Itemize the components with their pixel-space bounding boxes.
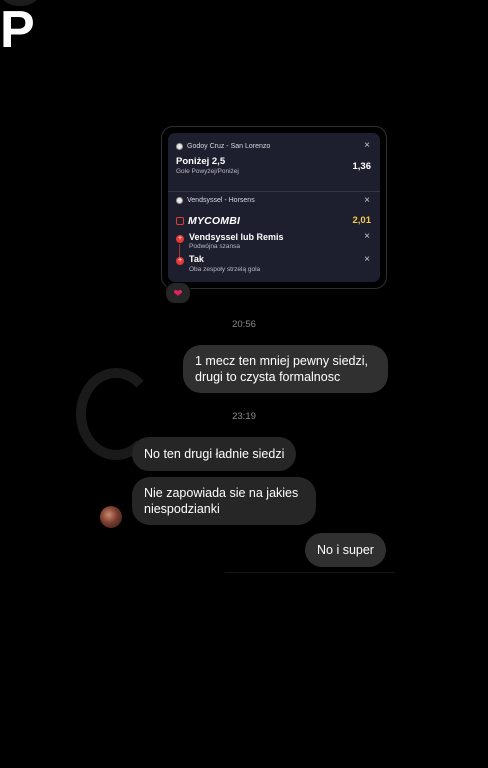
timestamp-2: 23:19 <box>232 411 256 422</box>
pick-3-market: Oba zespoły strzelą gola <box>189 266 261 273</box>
timestamp-1: 20:56 <box>232 319 256 330</box>
match-1-row: Godoy Cruz - San Lorenzo <box>176 143 270 150</box>
pick-2-market: Podwójna szansa <box>189 243 240 250</box>
contact-avatar[interactable] <box>100 506 122 528</box>
match-2-row: Vendsyssel - Horsens <box>176 197 255 204</box>
match-2-label: Vendsyssel - Horsens <box>187 197 255 204</box>
pick-1-market: Gole Powyżej/Poniżej <box>176 168 239 175</box>
heart-reaction-icon[interactable]: ❤ <box>165 282 191 304</box>
background-ghost-letter: P <box>0 1 35 59</box>
message-incoming-1[interactable]: No ten drugi ładnie siedzi <box>132 437 297 471</box>
mycombi-row: MYCOMBI <box>176 215 240 227</box>
message-outgoing-2[interactable]: No i super <box>305 533 386 567</box>
pick-1-odds: 1,36 <box>352 161 372 172</box>
bet-slip-inner: Godoy Cruz - San Lorenzo × Poniżej 2,5 G… <box>168 133 380 282</box>
message-incoming-2[interactable]: Nie zapowiada sie na jakies niespodziank… <box>132 477 316 525</box>
pick-2-title: Vendsyssel lub Remis <box>189 232 284 242</box>
remove-pick-3-icon[interactable]: × <box>364 254 370 265</box>
soccer-ball-icon <box>176 143 183 150</box>
thread-divider <box>225 572 395 573</box>
remove-pick-1-icon[interactable]: × <box>364 140 370 151</box>
soccer-ball-icon <box>176 197 183 204</box>
leg-plus-icon: + <box>176 257 184 265</box>
mycombi-icon <box>176 217 184 225</box>
match-1-label: Godoy Cruz - San Lorenzo <box>187 143 271 150</box>
combi-odds: 2,01 <box>352 215 372 226</box>
remove-match-2-icon[interactable]: × <box>364 195 370 206</box>
pick-1-title: Poniżej 2,5 <box>176 156 226 167</box>
mycombi-label: MYCOMBI <box>188 215 241 227</box>
message-outgoing-1[interactable]: 1 mecz ten mniej pewny siedzi, drugi to … <box>183 345 388 393</box>
remove-pick-2-icon[interactable]: × <box>364 231 370 242</box>
bet-slip-card[interactable]: Godoy Cruz - San Lorenzo × Poniżej 2,5 G… <box>161 126 387 289</box>
slip-divider <box>168 191 380 192</box>
pick-3-title: Tak <box>189 254 204 264</box>
leg-plus-icon: + <box>176 235 184 243</box>
